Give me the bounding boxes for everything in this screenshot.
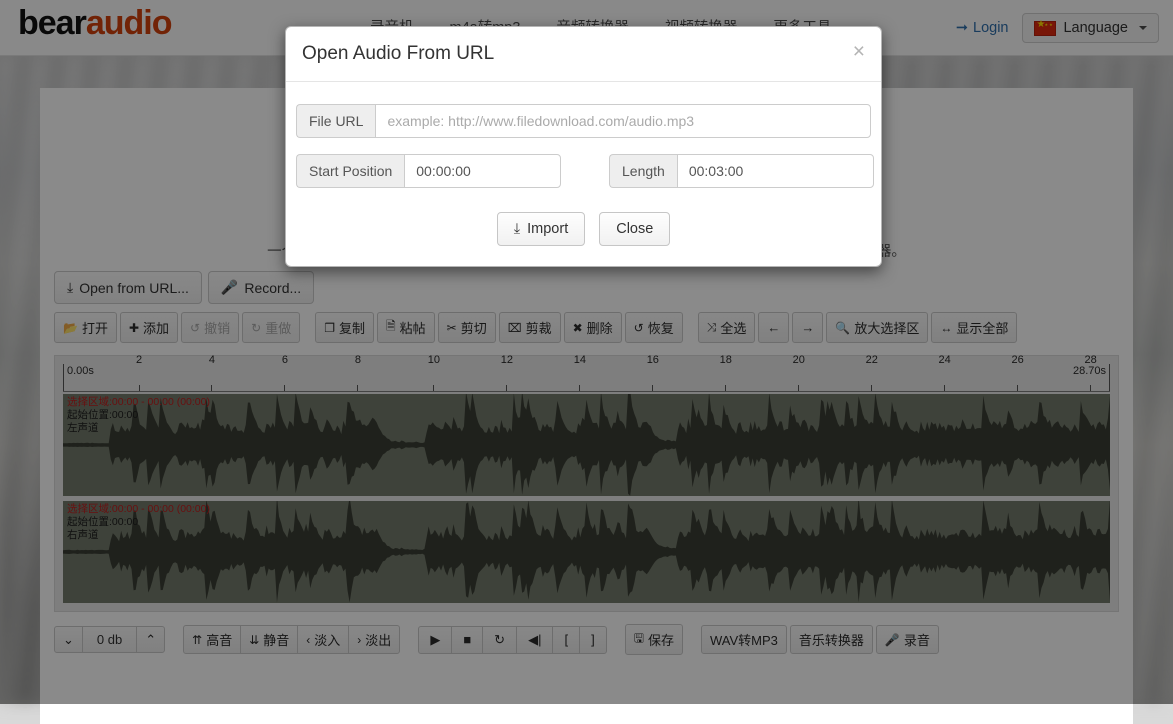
- dialog-body: File URL Start Position Length: [286, 82, 881, 198]
- length-input[interactable]: [677, 154, 874, 188]
- file-url-label: File URL: [296, 104, 375, 138]
- file-url-input[interactable]: [375, 104, 871, 138]
- start-position-input[interactable]: [404, 154, 561, 188]
- time-fields-row: Start Position Length: [296, 154, 871, 188]
- close-icon[interactable]: ×: [853, 41, 865, 62]
- import-label: Import: [527, 221, 568, 237]
- file-url-group: File URL: [296, 104, 871, 138]
- download-icon: ⤓: [514, 221, 520, 237]
- dialog-title: Open Audio From URL: [302, 43, 863, 65]
- dialog-header: Open Audio From URL ×: [286, 27, 881, 82]
- open-audio-from-url-dialog: Open Audio From URL × File URL Start Pos…: [285, 26, 882, 267]
- start-position-group: Start Position: [296, 154, 561, 188]
- start-position-label: Start Position: [296, 154, 404, 188]
- length-label: Length: [609, 154, 677, 188]
- import-button[interactable]: ⤓ Import: [497, 212, 586, 246]
- close-button-label: Close: [616, 221, 653, 237]
- length-group: Length: [609, 154, 874, 188]
- close-button[interactable]: Close: [599, 212, 670, 246]
- dialog-footer: ⤓ Import Close: [286, 198, 881, 266]
